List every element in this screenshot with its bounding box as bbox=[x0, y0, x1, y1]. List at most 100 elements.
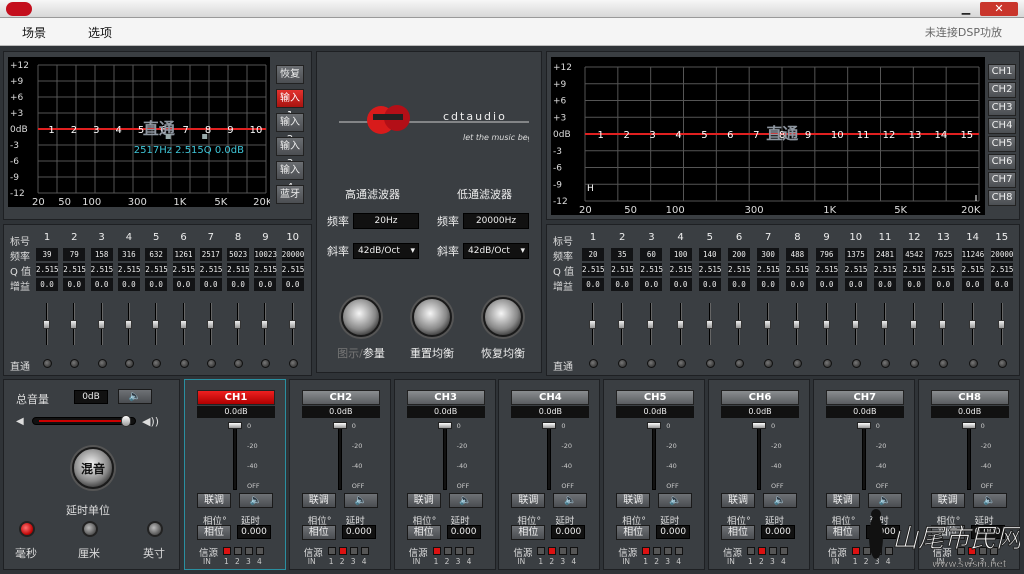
band-freq-cell[interactable]: 100 bbox=[669, 248, 692, 261]
source-select-2[interactable] bbox=[758, 547, 766, 555]
band-marker[interactable]: 2 bbox=[623, 130, 629, 141]
band-gain-cell[interactable]: 0.0 bbox=[90, 278, 113, 291]
input-button-4[interactable]: 输入4 bbox=[276, 161, 304, 193]
channel-select-button[interactable]: CH2 bbox=[301, 390, 380, 405]
link-button[interactable]: 联调 bbox=[616, 493, 651, 508]
menu-options[interactable]: 选项 bbox=[88, 24, 112, 41]
band-gain-knob[interactable] bbox=[70, 320, 78, 329]
band-gain-knob[interactable] bbox=[234, 320, 242, 329]
band-freq-cell[interactable]: 35 bbox=[611, 248, 634, 261]
master-mute-button[interactable]: 🔈 bbox=[118, 389, 152, 404]
band-q-cell[interactable]: 2.515 bbox=[117, 263, 140, 276]
band-q-cell[interactable]: 2.515 bbox=[786, 263, 809, 276]
band-bypass-led[interactable] bbox=[735, 359, 744, 368]
band-handle[interactable] bbox=[202, 134, 208, 139]
source-select-3[interactable] bbox=[559, 547, 568, 555]
band-gain-knob[interactable] bbox=[851, 320, 859, 329]
delay-field[interactable]: 0.000 bbox=[761, 525, 795, 539]
source-select-4[interactable] bbox=[256, 547, 264, 555]
band-marker[interactable]: 9 bbox=[805, 130, 811, 141]
channel-fader[interactable] bbox=[652, 424, 657, 490]
unit-ms-radio[interactable] bbox=[19, 521, 35, 537]
band-freq-cell[interactable]: 200 bbox=[728, 248, 750, 261]
band-freq-cell[interactable]: 20000 bbox=[281, 248, 304, 261]
band-gain-knob[interactable] bbox=[881, 320, 888, 329]
band-gain-cell[interactable]: 0.0 bbox=[36, 278, 58, 291]
source-select-3[interactable] bbox=[349, 547, 358, 555]
band-q-cell[interactable]: 2.515 bbox=[172, 263, 195, 276]
band-gain-knob[interactable] bbox=[261, 320, 269, 329]
band-marker[interactable]: 9 bbox=[227, 125, 233, 136]
band-marker[interactable]: 13 bbox=[909, 130, 922, 141]
band-gain-cell[interactable]: 0.0 bbox=[145, 278, 168, 291]
source-select-1[interactable] bbox=[642, 547, 651, 555]
band-gain-cell[interactable]: 0.0 bbox=[172, 278, 195, 291]
band-gain-knob[interactable] bbox=[676, 320, 684, 329]
band-marker[interactable]: 10 bbox=[250, 125, 263, 136]
band-bypass-led[interactable] bbox=[881, 359, 890, 368]
source-select-2[interactable] bbox=[338, 547, 347, 555]
band-bypass-led[interactable] bbox=[152, 359, 162, 368]
band-gain-cell[interactable]: 0.0 bbox=[698, 278, 721, 291]
restore-eq-knob[interactable] bbox=[483, 297, 523, 337]
band-freq-cell[interactable]: 2481 bbox=[874, 248, 896, 261]
input-eq-graph[interactable]: +12 +9 +6 +3 0dB -3 -6 -9 -12 20 50 100 300 1K 5K 20K 1 2… bbox=[8, 57, 270, 207]
band-bypass-led[interactable] bbox=[705, 359, 715, 368]
source-select-3[interactable] bbox=[769, 547, 777, 555]
band-gain-knob[interactable] bbox=[589, 320, 596, 329]
band-gain-knob[interactable] bbox=[735, 320, 742, 329]
band-bypass-led[interactable] bbox=[261, 359, 271, 368]
lp-slope-select[interactable]: 42dB/Oct ▾ bbox=[463, 243, 529, 259]
band-freq-cell[interactable]: 11246 bbox=[961, 248, 984, 261]
channel-fader-knob[interactable] bbox=[752, 422, 766, 429]
band-freq-cell[interactable]: 140 bbox=[698, 248, 721, 261]
channel-fader-knob[interactable] bbox=[856, 422, 871, 429]
phase-button[interactable]: 相位 bbox=[616, 525, 651, 540]
delay-field[interactable]: 0.000 bbox=[446, 525, 481, 539]
channel-fader[interactable] bbox=[966, 424, 971, 490]
band-bypass-led[interactable] bbox=[822, 359, 832, 368]
channel-mute-button[interactable]: 🔈 bbox=[448, 493, 483, 508]
band-gain-cell[interactable]: 0.0 bbox=[786, 278, 809, 291]
band-marker[interactable]: 3 bbox=[649, 130, 655, 141]
band-gain-cell[interactable]: 0.0 bbox=[582, 278, 604, 291]
minimize-button[interactable]: ▁ bbox=[953, 2, 979, 16]
band-gain-knob[interactable] bbox=[179, 320, 187, 329]
band-bypass-led[interactable] bbox=[968, 359, 978, 368]
band-freq-cell[interactable]: 60 bbox=[640, 248, 663, 261]
delay-field[interactable]: 0.000 bbox=[341, 525, 376, 539]
band-gain-knob[interactable] bbox=[206, 320, 214, 329]
band-marker[interactable]: 11 bbox=[857, 130, 870, 141]
band-gain-knob[interactable] bbox=[939, 320, 947, 329]
lp-freq-field[interactable]: 20000Hz bbox=[463, 213, 529, 229]
band-gain-knob[interactable] bbox=[793, 320, 801, 329]
channel-select-button[interactable]: CH3 bbox=[406, 390, 485, 405]
band-q-cell[interactable]: 2.515 bbox=[36, 263, 59, 276]
band-q-cell[interactable]: 2.515 bbox=[990, 263, 1013, 276]
channel-fader[interactable] bbox=[547, 424, 552, 490]
band-freq-cell[interactable]: 10023 bbox=[254, 248, 277, 261]
band-bypass-led[interactable] bbox=[43, 359, 52, 368]
band-gain-cell[interactable]: 0.0 bbox=[932, 278, 955, 291]
source-select-4[interactable] bbox=[360, 547, 369, 555]
unit-inch-radio[interactable] bbox=[147, 521, 163, 537]
channel-button-ch6[interactable]: CH6 bbox=[988, 154, 1016, 170]
source-select-3[interactable] bbox=[245, 547, 253, 555]
link-button[interactable]: 联调 bbox=[301, 493, 336, 508]
band-q-cell[interactable]: 2.515 bbox=[698, 263, 721, 276]
band-q-cell[interactable]: 2.515 bbox=[728, 263, 751, 276]
source-select-1[interactable] bbox=[223, 547, 231, 555]
channel-button-ch8[interactable]: CH8 bbox=[988, 190, 1016, 206]
band-marker[interactable]: 1 bbox=[598, 130, 604, 141]
band-gain-cell[interactable]: 0.0 bbox=[815, 278, 838, 291]
link-button[interactable]: 联调 bbox=[197, 493, 231, 508]
band-freq-cell[interactable]: 316 bbox=[117, 248, 140, 261]
band-marker[interactable]: 10 bbox=[831, 130, 844, 141]
band-gain-cell[interactable]: 0.0 bbox=[903, 278, 926, 291]
delay-field[interactable]: 0.000 bbox=[551, 525, 586, 539]
band-marker[interactable]: 2 bbox=[71, 125, 77, 136]
input-button-0[interactable]: 恢复 bbox=[276, 65, 304, 84]
channel-mute-button[interactable]: 🔈 bbox=[343, 493, 378, 508]
phase-button[interactable]: 相位 bbox=[511, 525, 546, 540]
input-button-5[interactable]: 蓝牙 bbox=[276, 185, 304, 204]
